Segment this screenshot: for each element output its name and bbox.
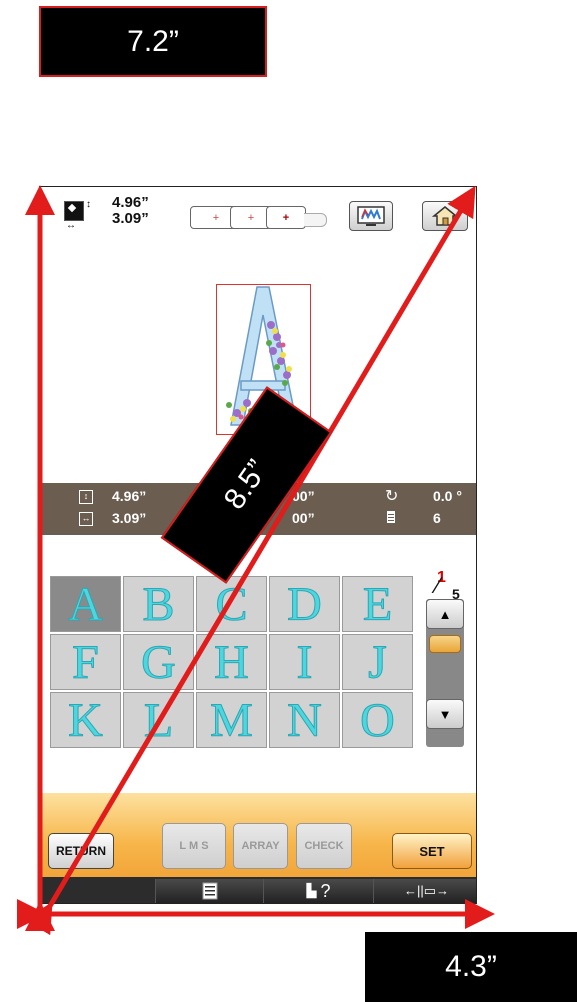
pattern-tile-a[interactable]: A — [50, 576, 121, 632]
pattern-tile-g[interactable]: G — [123, 634, 194, 690]
action-band: RETURN L M S ARRAY CHECK SET — [40, 793, 476, 877]
array-button[interactable]: ARRAY — [233, 823, 288, 869]
pattern-tile-f[interactable]: F — [50, 634, 121, 690]
pattern-tile-b[interactable]: B — [123, 576, 194, 632]
scroll-thumb[interactable] — [429, 635, 461, 653]
pattern-tile-i[interactable]: I — [269, 634, 340, 690]
height-callout-label: 7.2” — [127, 24, 179, 58]
triangle-up-icon: ▲ — [438, 606, 452, 622]
info-width: 3.09” — [112, 510, 147, 526]
info-angle: 0.0 ° — [433, 488, 462, 504]
pattern-list: A B C D E F G H I J K L M N O 1 ⁄ 5 ▲ ▼ — [40, 535, 476, 793]
home-button[interactable] — [422, 201, 468, 231]
move-hoop-icon: ←||▭→ — [403, 883, 450, 898]
width-callout-label: 4.3” — [445, 950, 497, 983]
pattern-tile-l[interactable]: L — [123, 692, 194, 748]
thread-count-icon — [386, 510, 396, 527]
nav-blank — [40, 879, 154, 903]
pattern-tile-k[interactable]: K — [50, 692, 121, 748]
design-size-icon — [64, 201, 84, 221]
pattern-tile-m[interactable]: M — [196, 692, 267, 748]
pattern-letter: G — [141, 635, 177, 689]
checklist-button[interactable] — [155, 879, 263, 903]
scroll-up-button[interactable]: ▲ — [426, 599, 464, 629]
pattern-tile-j[interactable]: J — [342, 634, 413, 690]
top-bar: ↕ ↔ 4.96” 3.09” + + + — [40, 187, 476, 237]
pattern-tile-d[interactable]: D — [269, 576, 340, 632]
width-callout: 4.3” — [365, 932, 577, 1002]
hoop-size-large: + — [266, 206, 306, 229]
hoop-mark: + — [282, 211, 290, 224]
pattern-tile-h[interactable]: H — [196, 634, 267, 690]
checklist-icon — [202, 882, 217, 900]
height-icon: ↕ — [79, 490, 93, 504]
pattern-tile-c[interactable]: C — [196, 576, 267, 632]
hoop-mark: + — [212, 211, 220, 224]
return-button[interactable]: RETURN — [48, 833, 114, 869]
height-callout: 7.2” — [39, 6, 267, 77]
hoop-icon — [304, 213, 327, 227]
horizontal-size-icon: ↔ — [66, 220, 76, 231]
mw-color-icon — [357, 206, 385, 226]
design-width-value: 3.09” — [112, 210, 149, 227]
home-icon — [432, 206, 458, 226]
pattern-letter: F — [72, 635, 100, 689]
info-height: 4.96” — [112, 488, 147, 504]
pattern-tile-n[interactable]: N — [269, 692, 340, 748]
pattern-letter: O — [360, 693, 396, 747]
scroll-down-button[interactable]: ▼ — [426, 699, 464, 729]
help-icon: ? — [320, 880, 331, 901]
set-button[interactable]: SET — [392, 833, 472, 869]
page-separator: ⁄ — [436, 573, 440, 598]
machine-icon: ▙ — [306, 883, 317, 898]
pattern-letter: N — [287, 693, 323, 747]
diagonal-callout-label: 8.5” — [217, 454, 275, 516]
info-color-count: 6 — [433, 510, 441, 526]
info-position-horizontal: 00” — [292, 510, 315, 526]
machine-screen: ↕ ↔ 4.96” 3.09” + + + ↕ 4.96” ↔ 3.09” 00… — [39, 186, 477, 904]
pattern-tile-e[interactable]: E — [342, 576, 413, 632]
design-height-value: 4.96” — [112, 194, 149, 211]
pattern-letter: I — [296, 635, 313, 689]
pattern-letter: C — [215, 577, 248, 631]
pattern-letter: D — [287, 577, 323, 631]
hoop-mark: + — [247, 211, 255, 224]
lms-button[interactable]: L M S — [162, 823, 226, 869]
pattern-letter: B — [142, 577, 175, 631]
pattern-letter: K — [68, 693, 104, 747]
bottom-nav-bar: ▙ ? ←||▭→ — [40, 877, 476, 903]
pattern-letter: E — [362, 577, 393, 631]
pattern-letter: L — [143, 693, 174, 747]
help-button[interactable]: ▙ ? — [263, 879, 373, 903]
check-button[interactable]: CHECK — [296, 823, 352, 869]
pattern-letter: A — [68, 577, 104, 631]
info-position-vertical: 00” — [292, 488, 315, 504]
pattern-letter: H — [214, 635, 250, 689]
pattern-letter: M — [210, 693, 254, 747]
pattern-letter: J — [368, 635, 388, 689]
width-icon: ↔ — [79, 512, 93, 526]
pattern-tile-o[interactable]: O — [342, 692, 413, 748]
rotate-icon: ↻ — [385, 488, 399, 505]
move-hoop-button[interactable]: ←||▭→ — [373, 879, 476, 903]
mw-color-button[interactable] — [349, 201, 393, 231]
vertical-size-icon: ↕ — [86, 199, 91, 210]
triangle-down-icon: ▼ — [438, 706, 452, 722]
